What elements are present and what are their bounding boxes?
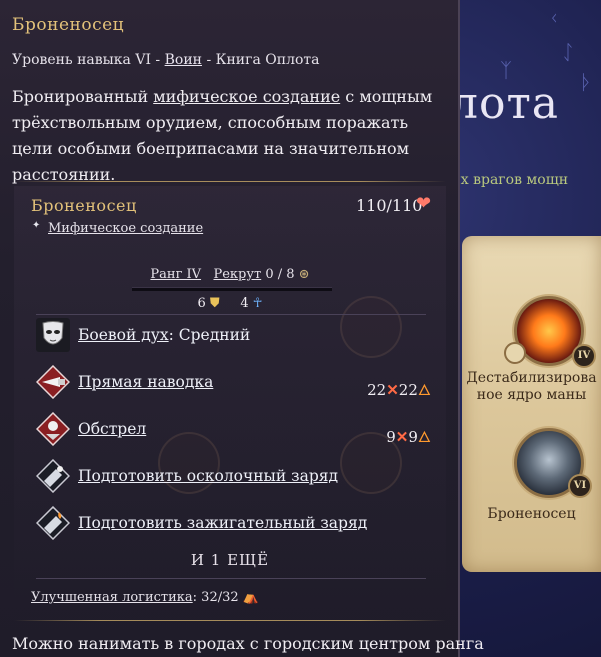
ankh-icon: ☥: [252, 296, 263, 311]
section-divider: [36, 578, 426, 579]
crossed-swords-icon: ✕: [395, 428, 409, 446]
mask-icon: [36, 318, 70, 352]
xp-bar: [132, 287, 332, 291]
fire-icon: 🜂: [417, 381, 431, 399]
skill-description: Бронированный мифическое создание с мощн…: [12, 87, 433, 184]
rank-link[interactable]: Ранг IV: [150, 267, 201, 282]
rank-row: Ранг IV Рекрут 0 / 8 ⊛: [150, 267, 310, 282]
resistance-value: 4: [240, 296, 249, 311]
book-title: лота: [450, 78, 560, 129]
logistics-row: Улучшенная логистика: 32/32 ⛺: [31, 590, 259, 605]
slot-ring: [504, 342, 526, 364]
boot-icon: ⛺: [242, 590, 259, 605]
section-divider: [36, 314, 426, 315]
class-link-warrior[interactable]: Воин: [165, 52, 202, 68]
defense-value: 6: [197, 296, 206, 311]
unit-tooltip: Броненосец Уровень навыка VI - Воин - Кн…: [0, 0, 484, 657]
rune-decoration: ᚲ ᛇ ᚦ ᛉ: [500, 6, 592, 94]
logistics-link[interactable]: Улучшенная логистика: [31, 590, 193, 605]
unit-hp: 110/110: [356, 196, 423, 215]
morale-link[interactable]: Боевой дух: [78, 326, 169, 344]
mythic-creature-link[interactable]: мифическое создание: [153, 87, 340, 106]
crossed-swords-icon: ✕: [386, 381, 399, 399]
unit-name: Броненосец: [31, 196, 137, 215]
coin-icon: ⊛: [298, 267, 310, 282]
ability-link[interactable]: Подготовить осколочный заряд: [78, 467, 338, 485]
shield-icon: ⛊: [209, 296, 220, 311]
shrapnel-charge-icon: [36, 459, 70, 493]
ability-row[interactable]: Подготовить зажигательный заряд: [36, 504, 431, 544]
barrage-icon: [36, 412, 70, 446]
incendiary-charge-icon: [36, 506, 70, 540]
recruitment-note: Можно нанимать в городах с городским цен…: [12, 634, 484, 653]
damage-value: 9✕9🜂: [386, 428, 431, 446]
direct-fire-icon: [36, 365, 70, 399]
sparkle-icon: ✦: [32, 220, 41, 231]
unit-stats: 6 ⛊ 4 ☥: [0, 296, 460, 311]
rank-badge: IV: [572, 344, 596, 368]
morale-row: Боевой дух: Средний: [36, 316, 431, 356]
ability-row[interactable]: Подготовить осколочный заряд: [36, 457, 431, 497]
ability-row[interactable]: Обстрел 9✕9🜂: [36, 410, 431, 450]
recruit-link[interactable]: Рекрут: [213, 267, 261, 282]
skill-label-mana-core: Дестабилизирова ное ядро маны: [466, 370, 597, 403]
divider: [14, 181, 446, 182]
skill-label-armadillo: Броненосец: [487, 506, 576, 522]
fire-icon: 🜂: [417, 428, 431, 446]
skill-meta: Уровень навыка VI - Воин - Книга Оплота: [12, 52, 320, 68]
ability-row[interactable]: Прямая наводка 22✕22🜂: [36, 363, 431, 403]
rank-badge: VI: [568, 474, 592, 498]
unit-type-link[interactable]: Мифическое создание: [48, 221, 203, 236]
show-more[interactable]: И 1 ЕЩЁ: [0, 551, 460, 569]
heart-icon: ❤: [416, 193, 432, 214]
ability-link[interactable]: Обстрел: [78, 420, 146, 438]
skill-tree-panel: IV Дестабилизирова ное ядро маны VI Брон…: [462, 236, 601, 572]
divider: [14, 620, 446, 621]
damage-value: 22✕22🜂: [367, 381, 431, 399]
ability-link[interactable]: Прямая наводка: [78, 373, 213, 391]
tooltip-title: Броненосец: [12, 15, 125, 35]
ability-link[interactable]: Подготовить зажигательный заряд: [78, 514, 367, 532]
